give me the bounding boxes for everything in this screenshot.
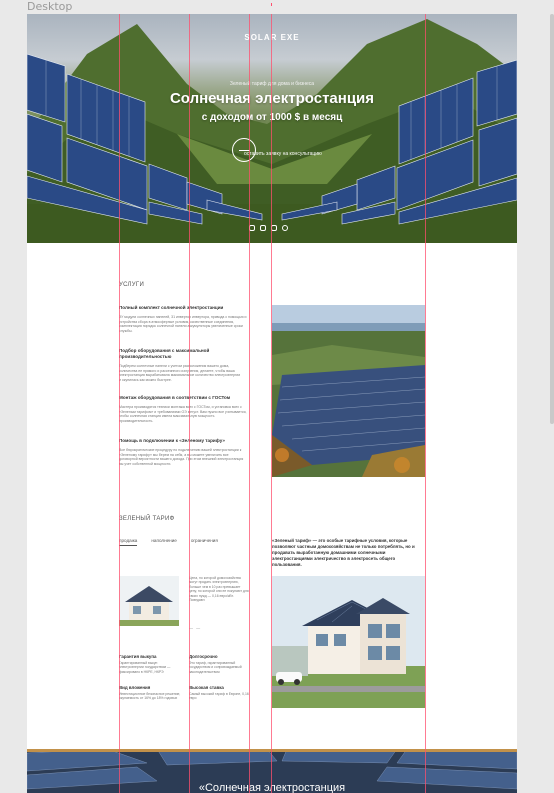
tariff-image-caption: Цена, по которой домохозяйства могут про… (189, 576, 249, 603)
feature-item: Вид вложения Инвестиционное безопасное р… (119, 685, 183, 701)
service-title: Помощь в подключении к «Зеленому тарифу» (119, 438, 225, 443)
feature-text: Инвестиционное безопасное решение, окупа… (119, 692, 181, 701)
hero-section: SOLAR EXE Зеленый тариф для дома и бизне… (27, 14, 517, 243)
viber-icon[interactable] (282, 225, 288, 231)
service-item: Монтаж оборудования в соответствии с ГОС… (119, 395, 247, 423)
service-item: Полный комплект солнечной электростанции… (119, 305, 247, 333)
layout-guide (189, 14, 190, 793)
feature-item: Высокая ставка Самый высокий тариф в Евр… (189, 685, 253, 701)
layout-guide (119, 14, 120, 793)
layout-guide (271, 14, 272, 793)
banner-title: «Солнечная электростанция (198, 782, 346, 793)
social-links (249, 225, 288, 231)
banner-section: «Солнечная электростанция (27, 749, 517, 793)
artboard-label: Desktop (27, 0, 73, 13)
service-text: Все бюрократические процедуру по подключ… (119, 448, 244, 466)
consultation-button[interactable] (232, 138, 256, 162)
feature-title: Гарантия выкупа (119, 654, 157, 659)
vertical-scrollbar[interactable] (550, 14, 554, 424)
hero-kicker: Зеленый тариф для дома и бизнеса (229, 81, 315, 87)
slider-pager[interactable]: — — (189, 625, 201, 630)
hero-subtitle: с доходом от 1000 $ в месяц (201, 112, 343, 123)
feature-item: Гарантия выкупа Гарантированный выкуп эл… (119, 654, 183, 674)
service-item: Помощь в подключении к «Зеленому тарифу»… (119, 438, 247, 466)
tab-restrictions[interactable]: ограничения (191, 538, 218, 546)
service-text: ЗУ модули солнечных панелей, 31 инвертор… (119, 315, 247, 333)
feature-title: Вид вложения (119, 685, 151, 690)
service-title: Монтаж оборудования в соответствии с ГОС… (119, 395, 231, 400)
tariff-tabs: продажа наполнение ограничения (119, 538, 218, 546)
layout-guide (425, 14, 426, 793)
artboard-desktop: SOLAR EXE Зеленый тариф для дома и бизне… (27, 14, 517, 793)
service-title: Полный комплект солнечной электростанции (119, 305, 224, 310)
tariff-section-title: ЗЕЛЕНЫЙ ТАРИФ (119, 516, 175, 522)
site-logo[interactable]: SOLAR EXE (27, 33, 517, 42)
service-title: Подбор оборудования с максимальной произ… (119, 348, 210, 359)
services-section-title: УСЛУГИ (119, 282, 145, 288)
feature-title: Высокая ставка (189, 685, 224, 690)
feature-text: Гарантированный выкуп электроэнергии гос… (119, 661, 171, 674)
feature-item: Долгосрочно Это тариф, гарантированный г… (189, 654, 253, 674)
consultation-button-label[interactable]: оставить заявку на консультацию (244, 151, 322, 157)
feature-title: Долгосрочно (189, 654, 218, 659)
solar-farm-image (272, 305, 425, 477)
feature-text: Это тариф, гарантированный государством … (189, 661, 242, 674)
telegram-icon[interactable] (260, 225, 266, 231)
service-item: Подбор оборудования с максимальной произ… (119, 348, 241, 382)
feature-text: Самый высокий тариф в Европе, 0,16 евро (189, 692, 249, 701)
tariff-description: «Зеленый тариф» — это особые тарифные ус… (272, 538, 415, 567)
tab-filling[interactable]: наполнение (151, 538, 176, 546)
service-text: Подберем солнечные панели с учетом распо… (119, 364, 241, 382)
guide-marker (271, 3, 272, 6)
hero-title: Солнечная электростанция (169, 90, 375, 107)
service-text: Мастера производятся техники монтажа все… (119, 405, 247, 423)
house-solar-roof-image (272, 576, 425, 708)
hero-background-image (27, 19, 517, 243)
tab-sale[interactable]: продажа (119, 538, 138, 546)
layout-guide (249, 14, 250, 793)
house-thumbnail-image[interactable] (119, 576, 179, 626)
